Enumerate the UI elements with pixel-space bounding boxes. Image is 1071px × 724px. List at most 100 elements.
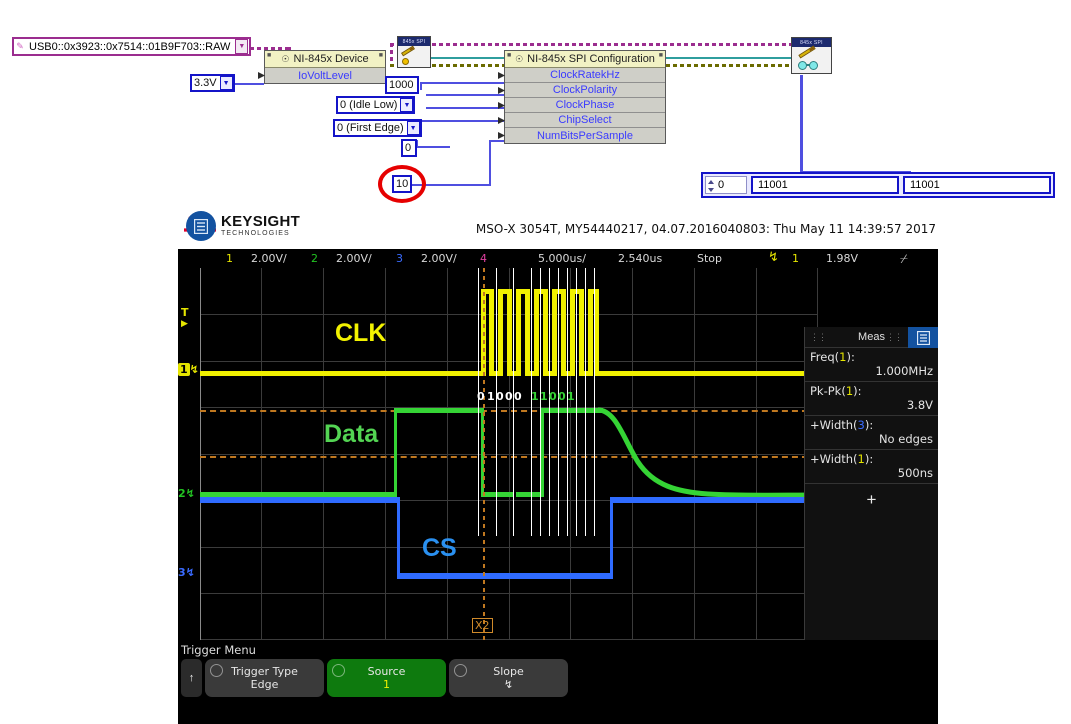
ni845x-device-vi-title: ■ ☉ NI-845x Device ■	[265, 51, 385, 68]
labview-block-diagram: ✎ USB0::0x3923::0x7514::01B9F703::RAW ▼ …	[0, 0, 1071, 205]
spi-config-input-clockratekhz[interactable]: ClockRatekHz	[498, 68, 665, 83]
clk-trace-edge	[489, 289, 494, 376]
ni845x-device-input-iovoltlevel[interactable]: IoVoltLevel	[258, 68, 385, 83]
measurements-panel[interactable]: ⋮⋮ Meas ⋮⋮ Freq(1): 1.000MHz Pk-Pk(1): 3.8V…	[804, 327, 938, 640]
status-run-state[interactable]: Stop	[697, 252, 722, 265]
read-data-array-indicator[interactable]: 0 11001 11001	[701, 172, 1055, 198]
terminal-corner-icon: ■	[507, 52, 512, 59]
clk-trace-edge	[552, 289, 557, 376]
array-cell-1[interactable]: 11001	[903, 176, 1051, 194]
ni845x-device-vi[interactable]: ■ ☉ NI-845x Device ■ IoVoltLevel	[258, 50, 386, 84]
status-timebase[interactable]: 5.000us/	[538, 252, 586, 265]
measurement-item[interactable]: Freq(1): 1.000MHz	[805, 348, 938, 382]
drag-handle-icon[interactable]: ⋮⋮	[810, 332, 827, 343]
spi-open-icon[interactable]: 845x SPI	[397, 36, 431, 68]
measurement-item[interactable]: +Width(1): 500ns	[805, 450, 938, 484]
scope-menu-button[interactable]	[186, 211, 216, 241]
visa-resource-control[interactable]: ✎ USB0::0x3923::0x7514::01B9F703::RAW ▼	[12, 37, 252, 56]
array-index-spinner-icon[interactable]	[708, 180, 714, 192]
status-ch3-number[interactable]: 3	[396, 252, 403, 265]
spi-write-read-icon[interactable]: 845x SPI	[791, 37, 832, 74]
menu-up-button[interactable]: ↑	[181, 659, 202, 697]
chevron-down-icon[interactable]: ▼	[219, 76, 233, 90]
ch1-ground-marker[interactable]: 1 ↯	[178, 363, 199, 376]
softkey-slope[interactable]: Slope ↯	[449, 659, 568, 697]
status-ch1-scale[interactable]: 2.00V/	[251, 252, 287, 265]
drag-handle-icon[interactable]: ⋮⋮	[886, 332, 903, 343]
ch3-ground-marker[interactable]: 3 ↯	[178, 566, 195, 579]
status-ch2-number[interactable]: 2	[311, 252, 318, 265]
wire-device-to-write-top	[390, 43, 800, 46]
trigger-slope-icon[interactable]: ↯	[768, 250, 779, 265]
chevron-down-icon[interactable]: ▼	[400, 98, 414, 112]
softkey-value: ↯	[503, 677, 514, 691]
ni845x-spi-configuration-vi[interactable]: ■ ☉ NI-845x SPI Configuration ■ ClockRat…	[498, 50, 666, 144]
clockratekhz-constant[interactable]: 1000	[385, 76, 419, 94]
input-terminal-icon	[498, 117, 505, 124]
data-trace-decay	[598, 407, 818, 498]
scope-display-area[interactable]: 0100011001 CLK Data CS X2 T ▶ 1 ↯ 2 ↯ 3 …	[178, 268, 938, 640]
status-trigger-source[interactable]: 1	[792, 252, 799, 265]
ni845x-device-vi-label: NI-845x Device	[293, 53, 369, 65]
zoom-region-icon[interactable]: ⌿	[900, 252, 908, 267]
status-delay[interactable]: 2.540us	[618, 252, 662, 265]
measurement-item[interactable]: Pk-Pk(1): 3.8V	[805, 382, 938, 416]
ch2-ground-marker[interactable]: 2 ↯	[178, 487, 195, 500]
string-icon: ✎	[16, 41, 24, 51]
wire-volt-level	[230, 83, 264, 85]
status-ch2-scale[interactable]: 2.00V/	[336, 252, 372, 265]
cs-trace-low-active	[397, 573, 613, 579]
spi-config-vi-title: ■ ☉ NI-845x SPI Configuration ■	[505, 51, 665, 68]
bit-boundary-line	[576, 268, 577, 536]
decoded-bit: 0	[477, 390, 485, 403]
measurements-menu-button[interactable]	[908, 327, 938, 348]
spi-config-input-clockphase[interactable]: ClockPhase	[498, 98, 665, 113]
softkey-trigger-type[interactable]: Trigger Type Edge	[205, 659, 324, 697]
array-cell-0[interactable]: 11001	[751, 176, 899, 194]
ch1-marker-arrow-icon: ↯	[189, 363, 199, 376]
trigger-marker-arrow-icon: ▶	[181, 319, 188, 329]
cs-trace-rise	[610, 497, 613, 579]
clk-trace-idle-after	[594, 371, 818, 376]
spi-config-input-clockpolarity[interactable]: ClockPolarity	[498, 83, 665, 98]
clockpolarity-constant[interactable]: 0 (Idle Low) ▼	[336, 96, 416, 114]
ch2-marker-label: 2	[178, 487, 186, 500]
measurement-item[interactable]: +Width(3): No edges	[805, 416, 938, 450]
array-index-control[interactable]: 0	[705, 176, 747, 194]
spi-config-input-label: NumBitsPerSample	[537, 129, 633, 142]
chevron-down-icon[interactable]: ▼	[235, 39, 249, 54]
spi-config-input-chipselect[interactable]: ChipSelect	[498, 113, 665, 128]
ch1-marker-label: 1	[178, 363, 190, 376]
scope-status-bar: 1 2.00V/ 2 2.00V/ 3 2.00V/ 4 5.000us/ 2.…	[178, 249, 938, 268]
knob-icon	[454, 664, 467, 677]
measurement-name: +Width(1):	[810, 452, 874, 466]
softkey-value: Edge	[250, 677, 279, 691]
wire-nbits-h	[416, 146, 450, 148]
measurement-source-channel: 1	[857, 452, 865, 466]
data-trace-rise	[394, 408, 397, 497]
clk-trace-edge	[543, 289, 548, 376]
cs-trace-high-end	[610, 497, 818, 503]
trigger-menu-bar: Trigger Menu ↑ Trigger Type Edge Source 1 Sl…	[178, 640, 938, 724]
wire-error-out	[666, 57, 796, 59]
clk-trace-idle-low	[200, 371, 483, 376]
measurements-title: Meas	[858, 331, 885, 343]
chevron-down-icon[interactable]: ▼	[406, 121, 420, 135]
add-measurement-button[interactable]: +	[805, 484, 938, 510]
softkey-source[interactable]: Source 1	[327, 659, 446, 697]
decoded-bit: 0	[505, 390, 513, 403]
status-ch1-number[interactable]: 1	[226, 252, 233, 265]
clockpolarity-value: 0 (Idle Low)	[340, 99, 398, 111]
status-trigger-level[interactable]: 1.98V	[826, 252, 858, 265]
cs-label: CS	[422, 534, 457, 562]
ni845x-device-input-label: IoVoltLevel	[298, 69, 352, 82]
measurement-name: Pk-Pk(1):	[810, 384, 862, 398]
clockphase-constant[interactable]: 0 (First Edge) ▼	[333, 119, 422, 137]
spi-config-input-numbitspersample[interactable]: NumBitsPerSample	[498, 128, 665, 143]
graticule[interactable]: 0100011001 CLK Data CS X2	[200, 268, 818, 640]
status-ch3-scale[interactable]: 2.00V/	[421, 252, 457, 265]
status-ch4-number[interactable]: 4	[480, 252, 487, 265]
iovoltlevel-constant[interactable]: 3.3V ▼	[190, 74, 235, 92]
chipselect-constant[interactable]: 0	[401, 139, 417, 157]
trigger-level-marker[interactable]: T ▶	[181, 306, 189, 329]
